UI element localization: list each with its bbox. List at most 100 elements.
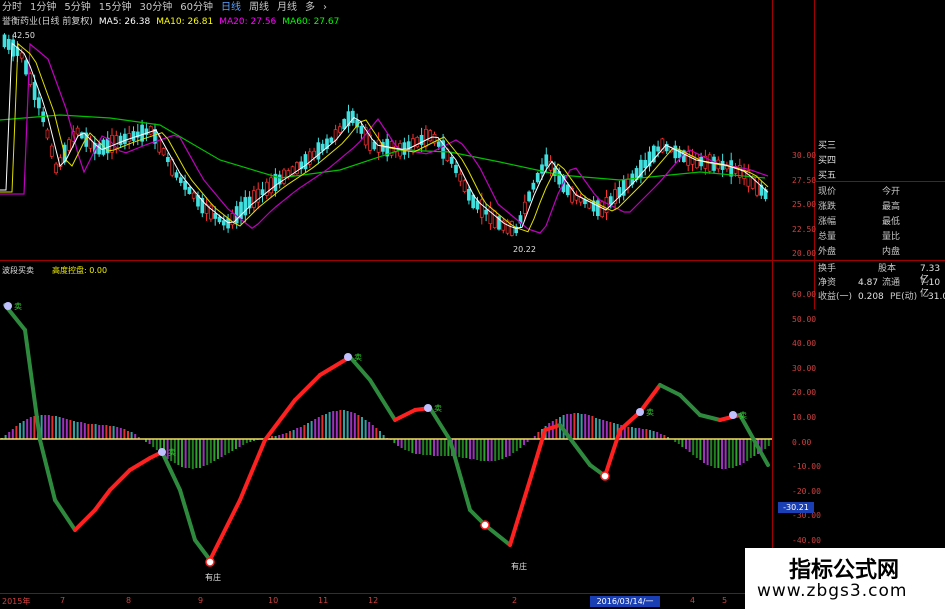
histogram-bar bbox=[429, 439, 432, 455]
price-tick-25: 25.00 bbox=[792, 200, 817, 209]
press-label-2: 有庄 bbox=[511, 562, 527, 571]
candle-body bbox=[699, 156, 703, 167]
indicator-segment bbox=[573, 443, 592, 467]
panel-separator bbox=[814, 181, 945, 182]
indicator-tick: -10.00 bbox=[792, 462, 821, 472]
histogram-bar bbox=[371, 425, 374, 439]
histogram-bar bbox=[379, 431, 381, 439]
histogram-bar bbox=[15, 426, 18, 439]
buy-signal-icon bbox=[205, 557, 215, 567]
histogram-bar bbox=[217, 439, 219, 459]
indicator-tick: 30.00 bbox=[792, 363, 817, 373]
date-label-8: 4 bbox=[690, 596, 696, 605]
histogram-bar bbox=[231, 439, 234, 451]
candle-body bbox=[656, 146, 660, 152]
candle-body bbox=[436, 141, 441, 147]
sell-signal-label: 卖 bbox=[434, 404, 442, 413]
histogram-bar bbox=[724, 439, 727, 469]
histogram-bar bbox=[289, 431, 291, 439]
quote-high: 最高 bbox=[882, 202, 901, 212]
price-tick-27.5: 27.50 bbox=[792, 176, 817, 185]
histogram-bar bbox=[407, 439, 410, 451]
histogram-bar bbox=[577, 413, 579, 439]
candle-body bbox=[527, 191, 531, 202]
histogram-bar bbox=[224, 439, 227, 455]
indicator-tick: 10.00 bbox=[792, 413, 817, 422]
histogram-bar bbox=[627, 427, 630, 439]
histogram-bar bbox=[634, 428, 637, 439]
quote-open: 今开 bbox=[882, 187, 901, 197]
sell-signal-icon bbox=[729, 411, 737, 419]
histogram-bar bbox=[98, 425, 101, 439]
candle-body bbox=[97, 143, 101, 155]
histogram-bar bbox=[58, 417, 61, 439]
histogram-bar bbox=[307, 423, 309, 439]
quote-inner: 内盘 bbox=[882, 247, 901, 257]
histogram-bar bbox=[296, 428, 299, 439]
histogram-bar bbox=[458, 439, 461, 457]
date-label-7: 2 bbox=[512, 596, 518, 605]
histogram-bar bbox=[91, 424, 93, 439]
candle-body bbox=[402, 142, 407, 155]
kline-chart[interactable]: 卖卖卖卖卖卖 bbox=[0, 0, 772, 593]
histogram-bar bbox=[353, 413, 356, 439]
indicator-segment bbox=[368, 378, 397, 422]
histogram-bar bbox=[749, 439, 752, 458]
histogram-bar bbox=[731, 439, 734, 468]
candle-body bbox=[75, 127, 80, 135]
indicator-tick: 50.00 bbox=[792, 314, 817, 324]
histogram-bar bbox=[767, 439, 770, 446]
histogram-bar bbox=[548, 423, 551, 439]
histogram-bar bbox=[181, 439, 183, 467]
histogram-bar bbox=[127, 431, 129, 439]
candle-body bbox=[673, 145, 678, 159]
candle-body bbox=[342, 119, 347, 130]
histogram-bar bbox=[515, 439, 518, 451]
histogram-bar bbox=[465, 439, 468, 458]
candle-body bbox=[565, 184, 570, 196]
candle-body bbox=[755, 176, 759, 196]
candle-body bbox=[166, 157, 170, 163]
histogram-bar bbox=[69, 420, 72, 439]
indicator-tick: 60.00 bbox=[792, 290, 817, 299]
histogram-bar bbox=[728, 439, 731, 468]
indicator-tick: -40.00 bbox=[792, 536, 821, 545]
histogram-bar bbox=[199, 439, 201, 468]
histogram-bar bbox=[123, 429, 126, 439]
candle-body bbox=[492, 210, 497, 229]
sell-signal-icon bbox=[424, 404, 432, 412]
histogram-bar bbox=[87, 424, 90, 439]
candle-body bbox=[123, 133, 127, 144]
indicator-segment bbox=[93, 488, 112, 512]
candle-body bbox=[411, 138, 415, 151]
histogram-bar bbox=[350, 412, 353, 439]
histogram-bar bbox=[119, 428, 122, 439]
candle-body bbox=[320, 143, 325, 151]
histogram-bar bbox=[155, 439, 158, 450]
candle-body bbox=[191, 192, 196, 199]
candle-body bbox=[32, 82, 37, 100]
histogram-bar bbox=[706, 439, 709, 465]
sell-signal-label: 卖 bbox=[739, 411, 747, 420]
histogram-bar bbox=[22, 421, 25, 439]
date-label-0: 2015年 bbox=[2, 597, 31, 606]
histogram-bar bbox=[461, 439, 464, 458]
candle-body bbox=[454, 164, 458, 174]
histogram-bar bbox=[710, 439, 713, 466]
candle-body bbox=[221, 220, 226, 226]
candle-body bbox=[252, 190, 256, 208]
histogram-bar bbox=[703, 439, 705, 463]
histogram-bar bbox=[285, 433, 288, 439]
histogram-bar bbox=[51, 416, 54, 439]
candle-body bbox=[282, 169, 286, 184]
histogram-bar bbox=[605, 421, 608, 439]
histogram-bar bbox=[65, 419, 68, 439]
candle-body bbox=[217, 216, 222, 223]
indicator-segment bbox=[293, 373, 322, 402]
candle-body bbox=[643, 159, 648, 169]
date-label-1: 7 bbox=[60, 596, 66, 605]
indicator-segment bbox=[178, 488, 197, 542]
candle-body bbox=[359, 125, 364, 134]
histogram-bar bbox=[364, 420, 367, 439]
histogram-bar bbox=[551, 421, 554, 439]
